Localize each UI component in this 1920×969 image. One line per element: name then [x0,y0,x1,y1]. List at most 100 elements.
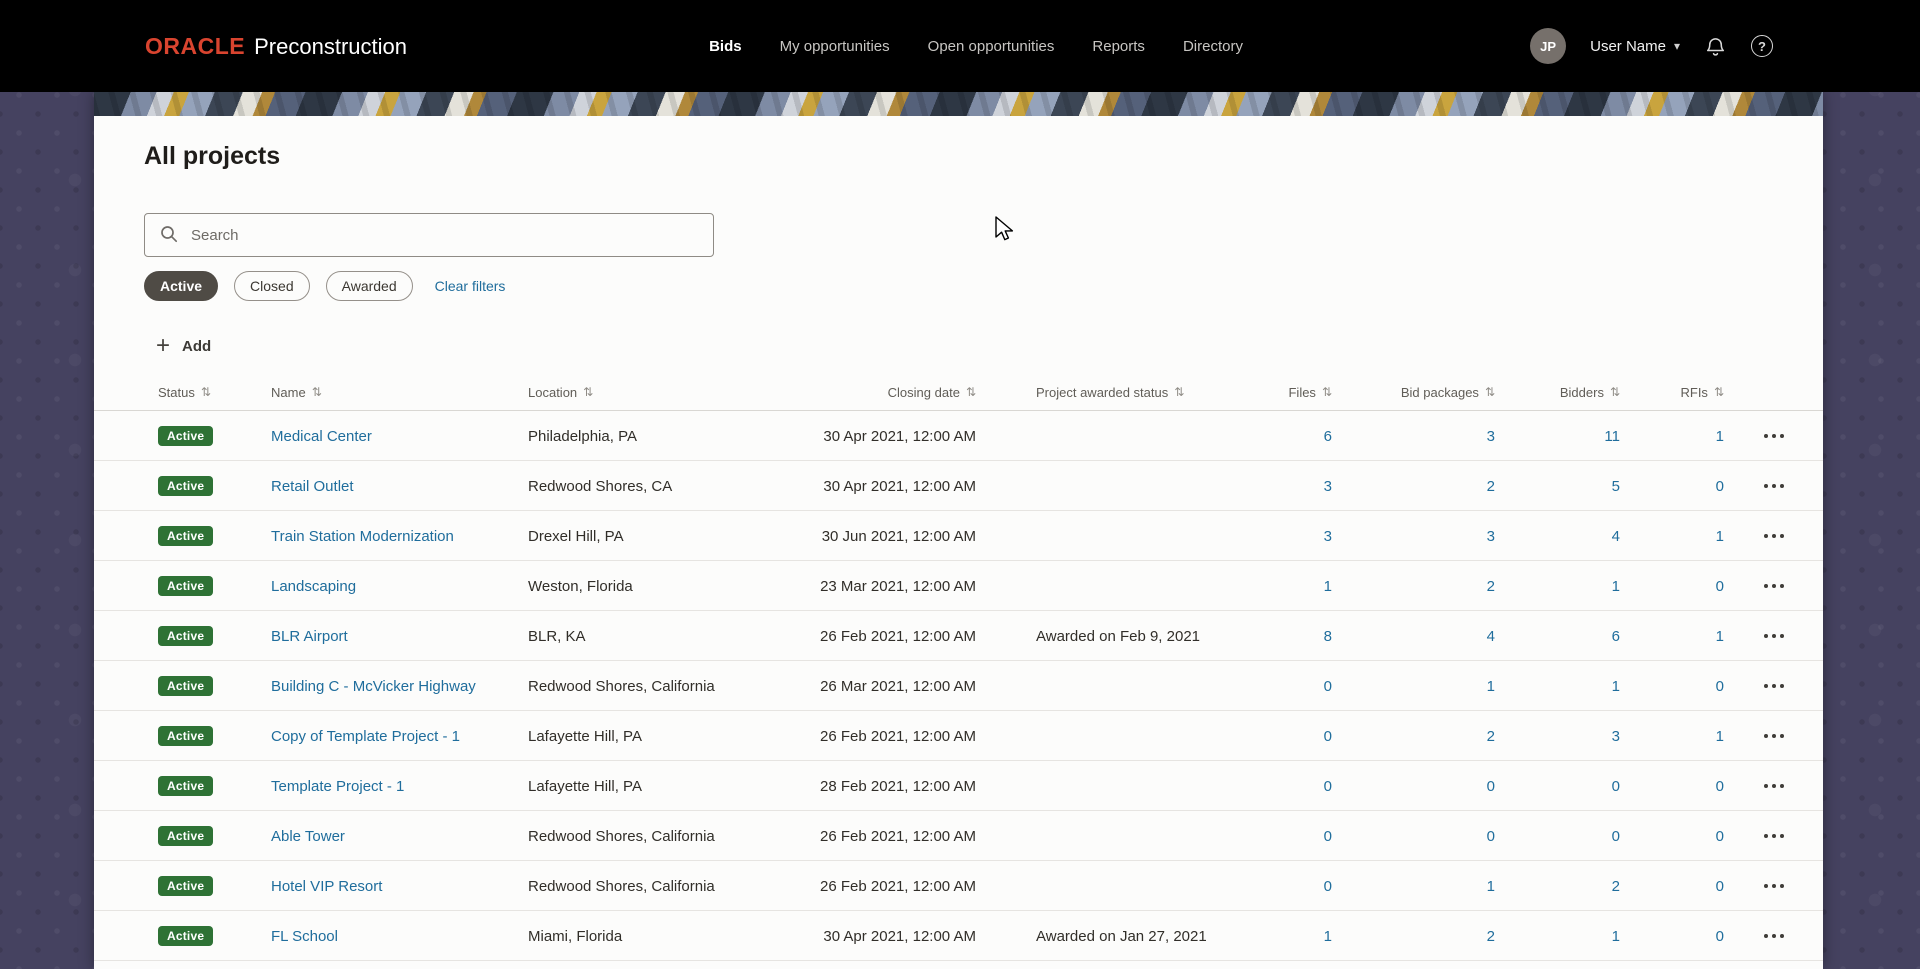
bid-packages-count-link[interactable]: 1 [1487,678,1495,695]
nav-bids[interactable]: Bids [709,38,742,55]
brand-logo[interactable]: ORACLE Preconstruction [145,33,407,60]
bid-packages-count-link[interactable]: 2 [1487,728,1495,745]
filter-pill-awarded[interactable]: Awarded [325,271,413,301]
sort-icon[interactable]: ⇅ [312,385,322,399]
bidders-count-link[interactable]: 6 [1612,628,1620,645]
rfis-count-link[interactable]: 0 [1716,578,1724,595]
project-name-link[interactable]: Landscaping [271,578,356,595]
column-header-name[interactable]: Name ⇅ [271,373,528,411]
project-name-link[interactable]: Building C - McVicker Highway [271,678,476,695]
row-actions-button[interactable] [1758,626,1790,646]
bidders-count-link[interactable]: 1 [1612,678,1620,695]
column-header-project-awarded-status[interactable]: Project awarded status ⇅ [976,373,1234,411]
user-menu[interactable]: User Name ▾ [1590,38,1680,55]
bid-packages-count-link[interactable]: 4 [1487,628,1495,645]
bidders-count-link[interactable]: 0 [1612,828,1620,845]
bidders-count-link[interactable]: 11 [1604,428,1620,445]
rfis-count-link[interactable]: 0 [1716,928,1724,945]
column-header-files[interactable]: Files ⇅ [1234,373,1332,411]
sort-icon[interactable]: ⇅ [1322,385,1332,399]
row-actions-button[interactable] [1758,426,1790,446]
bid-packages-count-link[interactable]: 2 [1487,928,1495,945]
bidders-count-link[interactable]: 1 [1612,578,1620,595]
files-count-link[interactable]: 0 [1324,778,1332,795]
sort-icon[interactable]: ⇅ [583,385,593,399]
nav-reports[interactable]: Reports [1092,38,1145,55]
sort-icon[interactable]: ⇅ [1610,385,1620,399]
project-name-link[interactable]: Hotel VIP Resort [271,878,382,895]
project-name-link[interactable]: Template Project - 1 [271,778,404,795]
sort-icon[interactable]: ⇅ [1714,385,1724,399]
bidders-count-link[interactable]: 0 [1612,778,1620,795]
files-count-link[interactable]: 1 [1324,928,1332,945]
add-button[interactable]: + Add [156,331,211,361]
project-name-link[interactable]: FL School [271,928,338,945]
bid-packages-count-link[interactable]: 2 [1487,478,1495,495]
row-actions-button[interactable] [1758,826,1790,846]
bid-packages-count-link[interactable]: 3 [1487,428,1495,445]
bidders-count-link[interactable]: 4 [1612,528,1620,545]
files-count-link[interactable]: 0 [1324,678,1332,695]
files-count-link[interactable]: 8 [1324,628,1332,645]
row-actions-button[interactable] [1758,926,1790,946]
files-count-link[interactable]: 1 [1324,578,1332,595]
sort-icon[interactable]: ⇅ [1174,385,1184,399]
avatar[interactable]: JP [1530,28,1567,64]
rfis-count-link[interactable]: 0 [1716,878,1724,895]
filter-pill-active[interactable]: Active [144,271,219,301]
nav-directory[interactable]: Directory [1183,38,1243,55]
search-input[interactable] [144,213,714,257]
row-actions-button[interactable] [1758,476,1790,496]
rfis-count-link[interactable]: 0 [1716,828,1724,845]
row-actions-button[interactable] [1758,676,1790,696]
bid-packages-count-link[interactable]: 0 [1487,778,1495,795]
rfis-count-link[interactable]: 1 [1716,528,1724,545]
column-header-location[interactable]: Location ⇅ [528,373,816,411]
bid-packages-count-link[interactable]: 3 [1487,528,1495,545]
bidders-count-link[interactable]: 2 [1612,878,1620,895]
column-header-rfis[interactable]: RFIs ⇅ [1620,373,1724,411]
row-actions-button[interactable] [1758,526,1790,546]
column-header-bidders[interactable]: Bidders ⇅ [1495,373,1620,411]
bidders-count-link[interactable]: 1 [1612,928,1620,945]
files-count-link[interactable]: 3 [1324,528,1332,545]
filter-pill-closed[interactable]: Closed [234,271,310,301]
rfis-count-link[interactable]: 0 [1716,778,1724,795]
project-name-link[interactable]: Copy of Template Project - 1 [271,728,460,745]
project-name-link[interactable]: Retail Outlet [271,478,354,495]
column-header-status[interactable]: Status ⇅ [94,373,271,411]
column-header-bid-packages[interactable]: Bid packages ⇅ [1332,373,1495,411]
rfis-count-link[interactable]: 1 [1716,728,1724,745]
notifications-button[interactable] [1704,35,1727,58]
sort-icon[interactable]: ⇅ [201,385,211,399]
project-name-link[interactable]: Able Tower [271,828,345,845]
rfis-count-link[interactable]: 0 [1716,678,1724,695]
files-count-link[interactable]: 0 [1324,828,1332,845]
row-actions-button[interactable] [1758,876,1790,896]
row-actions-button[interactable] [1758,726,1790,746]
rfis-count-link[interactable]: 0 [1716,478,1724,495]
rfis-count-link[interactable]: 1 [1716,428,1724,445]
bid-packages-count-link[interactable]: 2 [1487,578,1495,595]
project-name-link[interactable]: Train Station Modernization [271,528,454,545]
clear-filters-link[interactable]: Clear filters [435,278,506,294]
project-name-link[interactable]: BLR Airport [271,628,348,645]
nav-my-opportunities[interactable]: My opportunities [780,38,890,55]
help-button[interactable]: ? [1751,35,1773,57]
bidders-count-link[interactable]: 5 [1612,478,1620,495]
sort-icon[interactable]: ⇅ [966,385,976,399]
row-actions-button[interactable] [1758,576,1790,596]
sort-icon[interactable]: ⇅ [1485,385,1495,399]
project-name-link[interactable]: Medical Center [271,428,372,445]
row-actions-button[interactable] [1758,776,1790,796]
files-count-link[interactable]: 6 [1324,428,1332,445]
bid-packages-count-link[interactable]: 1 [1487,878,1495,895]
files-count-link[interactable]: 3 [1324,478,1332,495]
files-count-link[interactable]: 0 [1324,728,1332,745]
bid-packages-count-link[interactable]: 0 [1487,828,1495,845]
nav-open-opportunities[interactable]: Open opportunities [928,38,1055,55]
bidders-count-link[interactable]: 3 [1612,728,1620,745]
rfis-count-link[interactable]: 1 [1716,628,1724,645]
column-header-closing-date[interactable]: Closing date ⇅ [816,373,976,411]
files-count-link[interactable]: 0 [1324,878,1332,895]
